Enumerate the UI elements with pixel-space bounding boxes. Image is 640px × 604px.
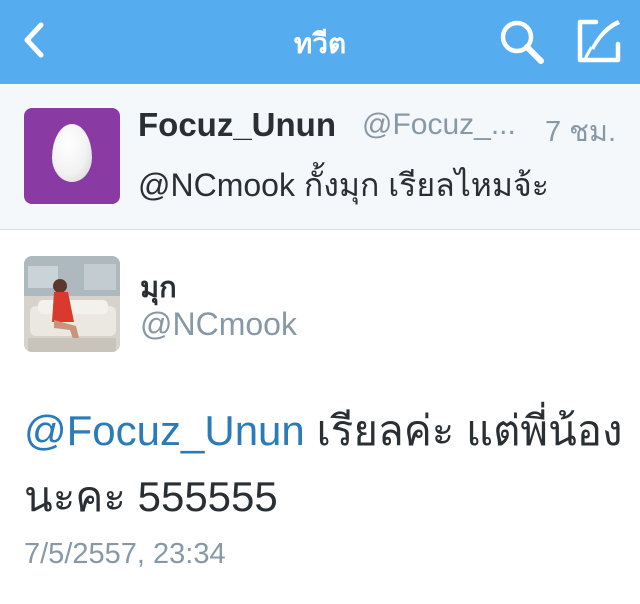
tweet-text-segment: นะคะ — [24, 473, 126, 520]
author-handle[interactable]: @NCmook — [140, 306, 297, 343]
author-name[interactable]: มุก — [140, 264, 177, 310]
in-reply-to-tweet[interactable]: Focuz_Unun @Focuz_... 7 ชม. @NCmook กั้ง… — [0, 84, 640, 230]
tweet-age: 7 ชม. — [545, 116, 617, 148]
tweet-text-segment: เรียลค่ะ แต่พี่น้อง — [304, 407, 623, 454]
default-egg-icon — [52, 124, 92, 182]
top-nav-bar: ทวีต — [0, 0, 640, 84]
avatar[interactable] — [24, 256, 120, 352]
profile-photo-icon — [24, 256, 120, 352]
chevron-left-icon — [24, 22, 44, 58]
search-icon — [500, 20, 544, 64]
avatar[interactable] — [24, 108, 120, 204]
compose-tweet-button[interactable] — [574, 16, 624, 66]
tweet-text: @Focuz_Unun เรียลค่ะ แต่พี่น้องนะคะ 5555… — [24, 398, 624, 530]
compose-icon — [577, 19, 621, 63]
tweet-timestamp: 7/5/2557, 23:34 — [24, 538, 226, 570]
tweet-text-number: 555555 — [125, 473, 278, 520]
back-button[interactable] — [14, 20, 54, 60]
mention-link[interactable]: @Focuz_Unun — [24, 407, 305, 454]
author-handle[interactable]: @Focuz_... — [362, 108, 524, 142]
author-name[interactable]: Focuz_Unun — [138, 106, 336, 144]
search-button[interactable] — [498, 18, 546, 66]
tweet-text: @NCmook กั้งมุก เรียลไหมจ้ะ — [138, 167, 549, 203]
